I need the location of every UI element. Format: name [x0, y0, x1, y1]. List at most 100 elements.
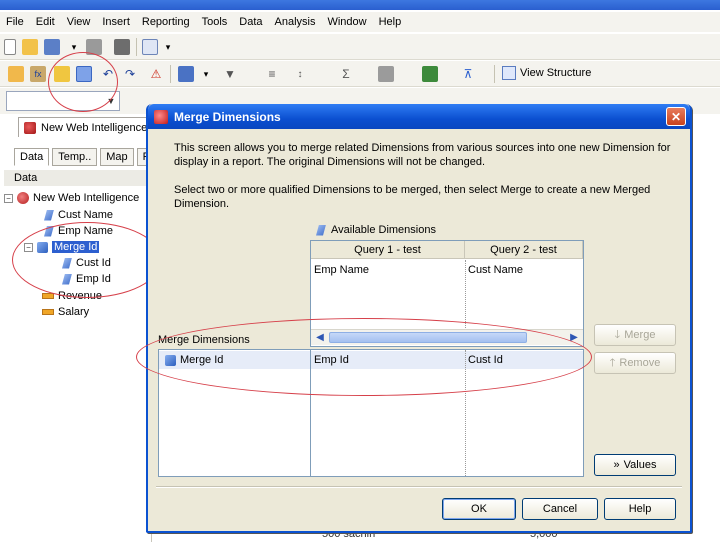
tree-item-emp-id[interactable]: Emp Id — [62, 271, 111, 287]
measure-icon — [42, 309, 54, 315]
column-header-query2[interactable]: Query 2 - test — [465, 241, 583, 259]
break-icon[interactable] — [378, 66, 394, 82]
scroll-left-icon[interactable]: ◀ — [312, 330, 328, 345]
merge-button-label: Merge — [624, 329, 656, 341]
column-header-query1[interactable]: Query 1 - test — [311, 241, 465, 259]
tree-item-label: Emp Id — [76, 273, 111, 285]
merged-dimension-icon — [37, 241, 48, 253]
menu-reporting[interactable]: Reporting — [136, 16, 196, 28]
sort-ascending-icon[interactable]: ↕ — [292, 66, 308, 82]
tree-item-cust-name[interactable]: Cust Name — [44, 207, 113, 223]
standard-toolbar: ▾ ▾ — [0, 34, 720, 60]
redo-icon[interactable]: ↷ — [122, 66, 138, 82]
drill-icon[interactable]: ⊼ — [460, 66, 476, 82]
arrow-down-icon: 🡓 — [614, 328, 621, 341]
menu-window[interactable]: Window — [321, 16, 372, 28]
chevron-down-icon: ▼ — [106, 96, 116, 106]
toolbar-separator — [494, 65, 495, 83]
merge-dimensions-label: Merge Dimensions — [158, 334, 250, 346]
tree-item-revenue[interactable]: Revenue — [42, 288, 102, 304]
track-changes-icon[interactable] — [422, 66, 438, 82]
menu-data[interactable]: Data — [233, 16, 268, 28]
remove-button[interactable]: 🡑 Remove — [594, 352, 676, 374]
cancel-button[interactable]: Cancel — [522, 498, 598, 520]
menu-insert[interactable]: Insert — [96, 16, 136, 28]
menu-analysis[interactable]: Analysis — [269, 16, 322, 28]
available-dimensions-header: Available Dimensions — [316, 224, 436, 236]
tab-data[interactable]: Data — [14, 148, 50, 166]
print-icon[interactable] — [86, 39, 102, 55]
tree-item-emp-name[interactable]: Emp Name — [44, 223, 113, 239]
merged-dimension-item[interactable]: Merge Id — [165, 352, 223, 368]
collapse-icon[interactable]: − — [4, 193, 13, 203]
data-header-label: Data — [14, 172, 38, 184]
toolbar-separator — [170, 65, 171, 83]
filter-icon[interactable]: ▼ — [222, 66, 238, 82]
new-document-icon[interactable] — [4, 39, 16, 55]
tab-templates[interactable]: Temp.. — [52, 148, 98, 166]
double-chevron-down-icon: » — [613, 459, 620, 471]
grid-cell[interactable]: Cust Id — [466, 352, 503, 368]
sum-icon[interactable]: Σ — [338, 66, 354, 82]
table-row[interactable] — [311, 351, 583, 369]
structure-icon[interactable] — [178, 66, 194, 82]
values-button[interactable]: » Values — [594, 454, 676, 476]
dropdown-arrow-icon[interactable]: ▾ — [198, 66, 214, 82]
menu-view[interactable]: View — [61, 16, 97, 28]
formula-icon[interactable]: fx — [30, 66, 46, 82]
horizontal-scrollbar[interactable]: ◀ ▶ — [311, 329, 583, 345]
tree-item-salary[interactable]: Salary — [42, 304, 89, 320]
merge-button[interactable]: 🡓 Merge — [594, 324, 676, 346]
find-icon[interactable] — [114, 39, 130, 55]
merged-dimensions-list[interactable]: Merge Id — [158, 349, 312, 477]
edit-query-icon[interactable] — [8, 66, 24, 82]
grid-cell[interactable]: Emp Id — [312, 352, 349, 368]
column-divider — [465, 260, 466, 330]
menu-edit[interactable]: Edit — [30, 16, 61, 28]
close-button[interactable]: ✕ — [666, 107, 686, 126]
merged-dimension-label: Merge Id — [180, 354, 224, 366]
tree-root-label: New Web Intelligence — [33, 192, 140, 204]
view-structure-button[interactable]: View Structure — [502, 66, 591, 80]
save-icon[interactable] — [44, 39, 60, 55]
grid-cell[interactable]: Emp Name — [312, 262, 369, 278]
document-tab[interactable]: New Web Intelligence — [18, 117, 156, 137]
font-combo[interactable]: ▼ — [6, 91, 120, 111]
tree-root[interactable]: − New Web Intelligence — [4, 190, 139, 206]
ok-button[interactable]: OK — [442, 498, 516, 520]
open-folder-icon[interactable] — [22, 39, 38, 55]
data-section-header: Data — [4, 170, 152, 186]
tab-map[interactable]: Map — [100, 148, 134, 166]
tree-item-cust-id[interactable]: Cust Id — [62, 255, 111, 271]
undo-icon[interactable]: ↶ — [100, 66, 116, 82]
dropdown-arrow-icon[interactable]: ▾ — [160, 39, 176, 55]
menu-tools[interactable]: Tools — [196, 16, 234, 28]
page-layout-icon[interactable] — [142, 39, 158, 55]
help-button[interactable]: Help — [604, 498, 676, 520]
dropdown-arrow-icon[interactable]: ▾ — [66, 39, 82, 55]
reporting-toolbar: fx ↶ ↷ ⚠ ▾ ▼ ≡ ↕ Σ ⊼ View Structure — [0, 61, 720, 87]
dimension-icon — [44, 209, 54, 221]
available-dimensions-grid[interactable]: Query 1 - test Query 2 - test Emp Name C… — [310, 240, 584, 347]
collapse-icon[interactable]: − — [24, 242, 33, 252]
merged-sources-grid[interactable]: Emp Id Cust Id — [310, 349, 584, 477]
sort-icon[interactable]: ≡ — [264, 66, 280, 82]
panel-tabs: Data Temp.. Map P — [14, 148, 157, 166]
warning-icon[interactable]: ⚠ — [148, 66, 164, 82]
merge-dimensions-icon[interactable] — [76, 66, 92, 82]
tree-item-merge-id[interactable]: − Merge Id — [24, 239, 100, 255]
tree-item-label: Cust Id — [76, 257, 111, 269]
scrollbar-thumb[interactable] — [329, 332, 527, 343]
dialog-titlebar[interactable]: Merge Dimensions ✕ — [148, 104, 690, 129]
variable-icon[interactable] — [54, 66, 70, 82]
grid-cell[interactable]: Cust Name — [466, 262, 523, 278]
scroll-right-icon[interactable]: ▶ — [566, 330, 582, 345]
toolbar-separator — [136, 38, 137, 56]
menu-bar: File Edit View Insert Reporting Tools Da… — [0, 12, 720, 32]
tree-item-label: Merge Id — [52, 241, 100, 253]
tree-item-label: Emp Name — [58, 225, 114, 237]
menu-file[interactable]: File — [0, 16, 30, 28]
menu-help[interactable]: Help — [373, 16, 408, 28]
remove-button-label: Remove — [619, 357, 661, 369]
dimension-icon — [62, 273, 72, 285]
